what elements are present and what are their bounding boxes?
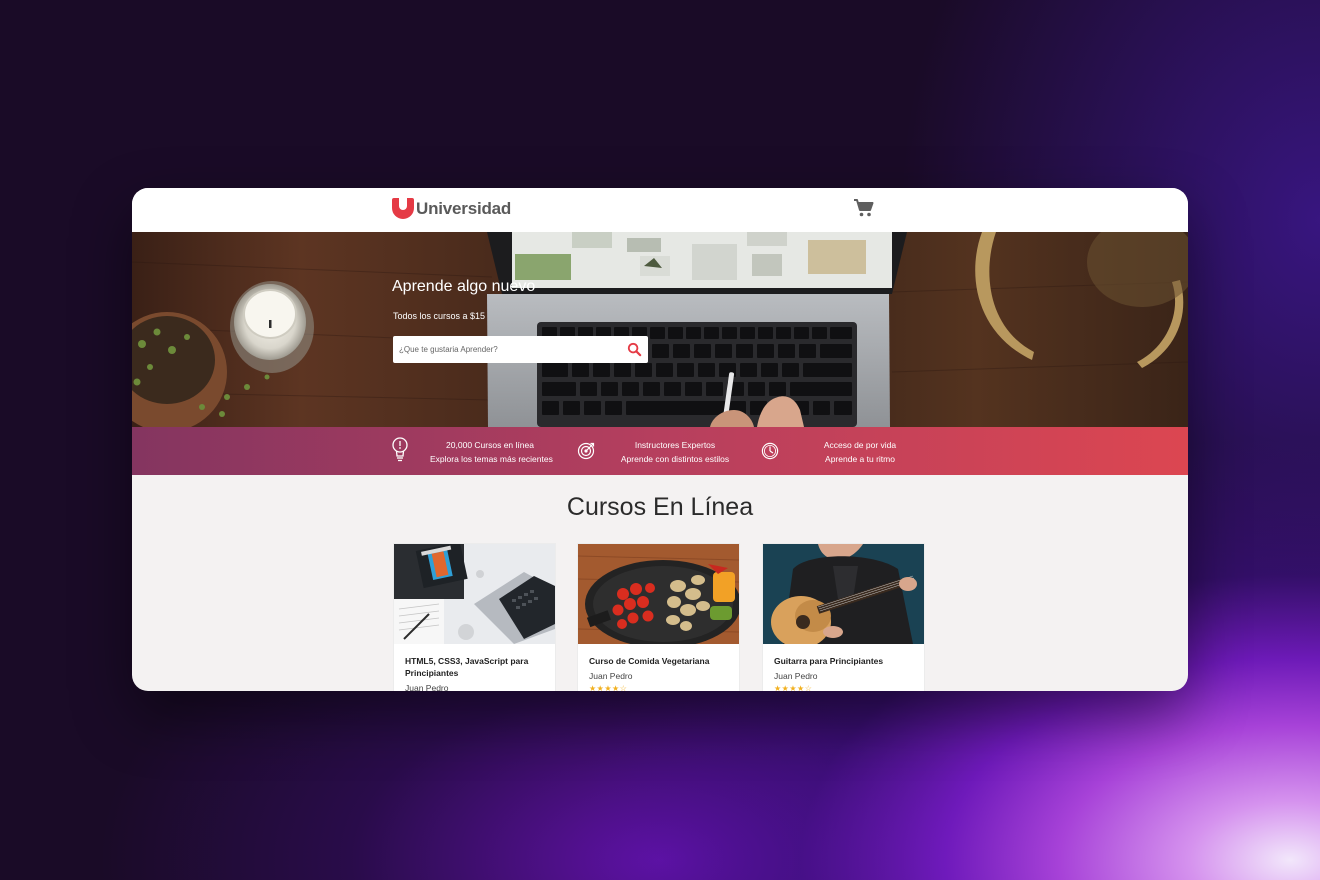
course-title[interactable]: HTML5, CSS3, JavaScript para Principiant… (405, 655, 545, 679)
course-image-guitar (763, 544, 924, 644)
clock-icon (761, 442, 779, 460)
target-icon (577, 442, 595, 460)
shopping-cart-icon[interactable] (853, 198, 875, 218)
feature-instructors: Instructores Expertos Aprende con distin… (575, 427, 745, 475)
hero-background-image (132, 232, 1188, 427)
site-logo[interactable]: Universidad (392, 198, 511, 219)
feature-instructors-desc: Aprende con distintos estilos (620, 453, 730, 464)
logo-text: Universidad (416, 198, 512, 218)
search-icon[interactable] (627, 342, 642, 357)
hero-subtitle: Todos los cursos a $15 (393, 311, 486, 321)
course-author: Juan Pedro (405, 683, 449, 691)
feature-access-title: Acceso de por vida (823, 440, 897, 450)
course-title[interactable]: Curso de Comida Vegetariana (589, 655, 729, 667)
hero-title: Aprende algo nuevo (392, 278, 536, 295)
features-strip: 20,000 Cursos en línea Explora los temas… (132, 427, 1188, 475)
logo-mark-icon (392, 198, 414, 219)
course-image-html (394, 544, 555, 644)
course-card[interactable]: Guitarra para Principiantes Juan Pedro ★… (762, 543, 925, 691)
rating-stars-icon: ★★★★☆ (774, 684, 813, 691)
feature-courses-text: 20,000 Cursos en línea Explora los temas… (430, 439, 553, 466)
search-input[interactable] (393, 336, 623, 363)
feature-access-text: Acceso de por vida Aprende a tu ritmo (800, 439, 920, 466)
course-author: Juan Pedro (774, 671, 818, 681)
course-card[interactable]: Curso de Comida Vegetariana Juan Pedro ★… (577, 543, 740, 691)
feature-courses-desc: Explora los temas más recientes (430, 453, 553, 464)
course-title[interactable]: Guitarra para Principiantes (774, 655, 914, 667)
browser-window: Universidad Aprende algo nuevo Todos los… (132, 188, 1188, 691)
feature-access-desc: Aprende a tu ritmo (825, 453, 895, 464)
courses-heading: Cursos En Línea (566, 493, 754, 521)
feature-instructors-text: Instructores Expertos Aprende con distin… (615, 439, 735, 466)
feature-courses-title: 20,000 Cursos en línea (446, 440, 534, 450)
course-card[interactable]: HTML5, CSS3, JavaScript para Principiant… (393, 543, 556, 691)
rating-stars-icon: ★★★★☆ (589, 684, 628, 691)
site-header: Universidad (132, 188, 1188, 232)
hero-banner: Aprende algo nuevo Todos los cursos a $1… (132, 232, 1188, 427)
feature-courses: 20,000 Cursos en línea Explora los temas… (390, 427, 560, 475)
feature-access: Acceso de por vida Aprende a tu ritmo (760, 427, 930, 475)
search-box (393, 336, 648, 363)
course-author: Juan Pedro (589, 671, 633, 681)
lightbulb-icon (392, 437, 408, 462)
course-image-vegetarian (578, 544, 739, 644)
feature-instructors-title: Instructores Expertos (634, 440, 716, 450)
